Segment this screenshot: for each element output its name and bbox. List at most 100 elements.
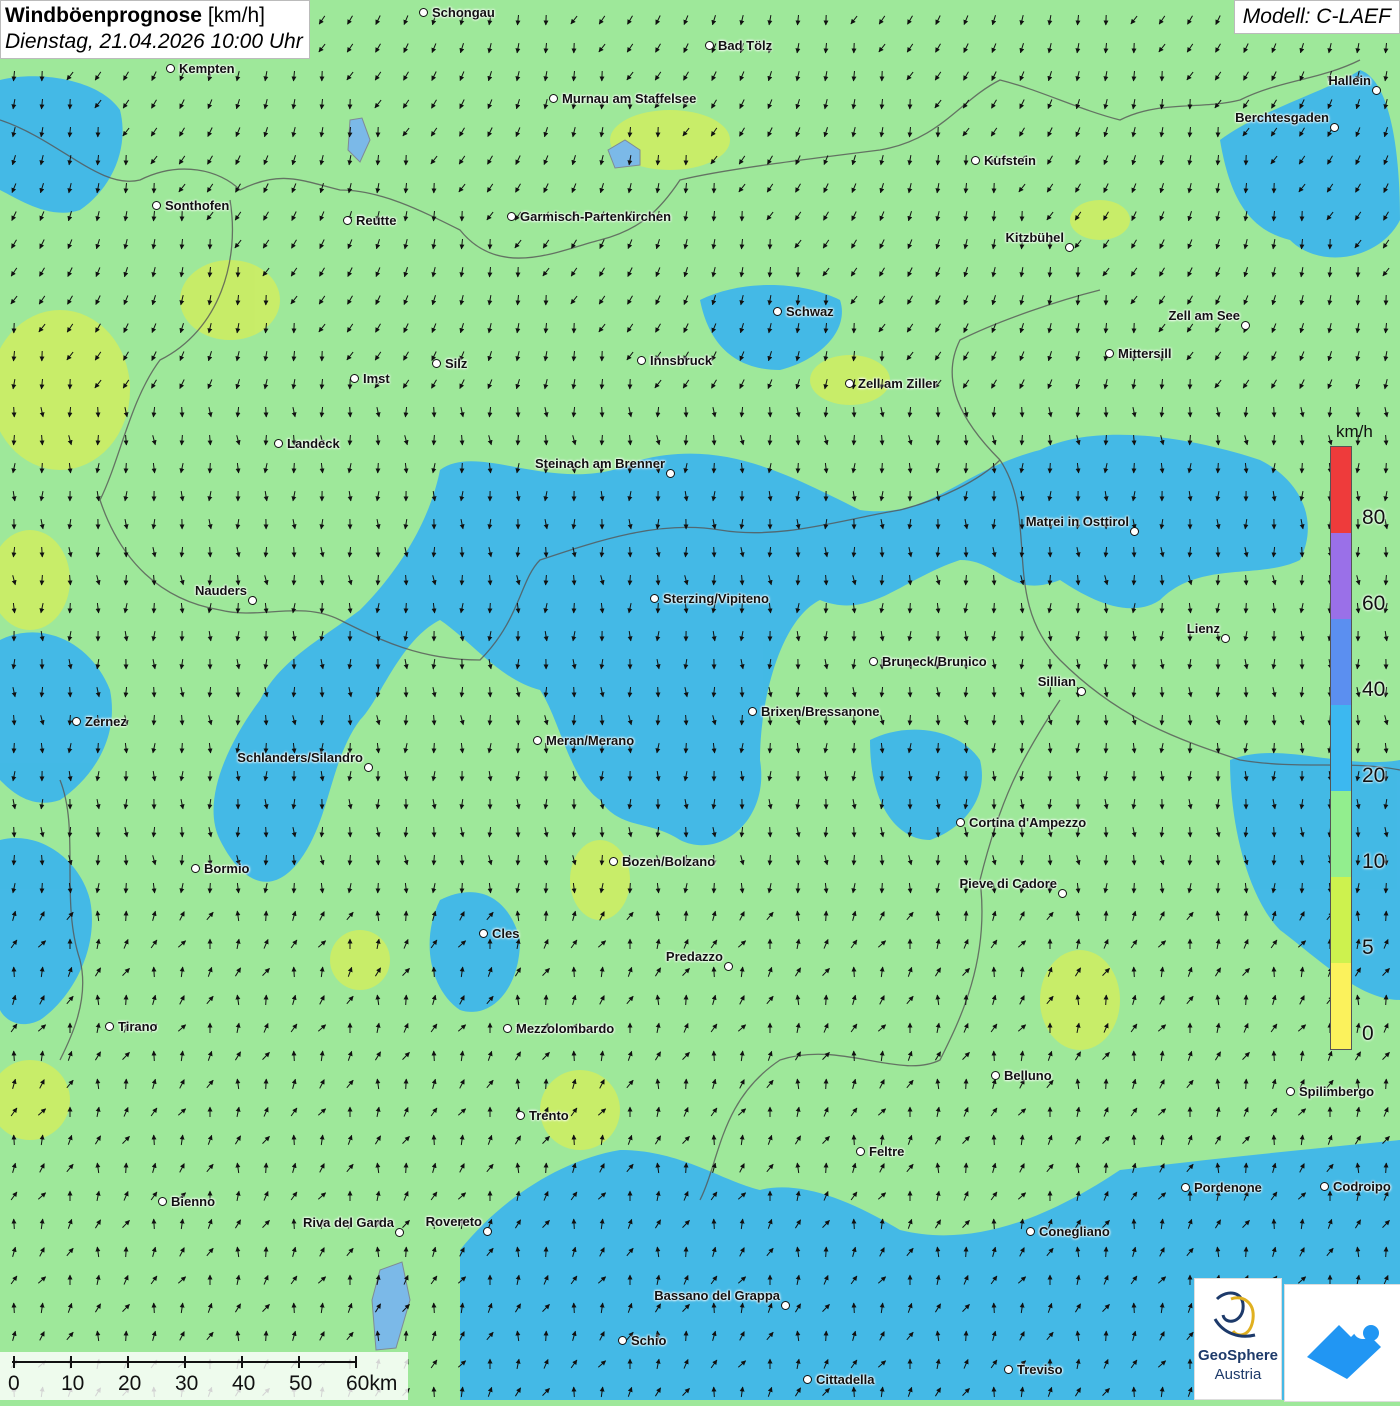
city-label: Mezzolombardo	[516, 1021, 614, 1036]
wind-arrow	[630, 547, 631, 557]
city-label: Mittersill	[1118, 346, 1171, 361]
wind-arrow	[826, 911, 827, 921]
legend-unit: km/h	[1336, 422, 1373, 442]
city-marker	[479, 929, 488, 938]
wind-arrow	[826, 1331, 827, 1341]
wind-arrow	[798, 547, 799, 557]
legend-color-segment	[1331, 877, 1351, 963]
legend-label: 80	[1362, 506, 1385, 530]
wind-arrow	[1358, 407, 1359, 417]
wind-arrow	[826, 1247, 827, 1257]
city-label: Reutte	[356, 213, 396, 228]
wind-arrow	[826, 1163, 827, 1173]
city-marker	[1004, 1365, 1013, 1374]
wind-arrow	[126, 911, 127, 921]
city-marker	[432, 359, 441, 368]
city-marker	[1372, 86, 1381, 95]
city-label: Hallein	[1328, 73, 1371, 88]
wind-arrow	[574, 1387, 575, 1397]
mountain-cloud-logo	[1284, 1284, 1400, 1402]
city-label: Imst	[363, 371, 390, 386]
wind-arrow	[714, 1387, 715, 1397]
city-marker	[869, 657, 878, 666]
wind-arrow	[686, 1247, 687, 1257]
city-marker	[483, 1227, 492, 1236]
scale-label: 10	[61, 1372, 84, 1396]
city-label: Brixen/Bressanone	[761, 704, 880, 719]
wind-arrow	[434, 1303, 435, 1313]
wind-arrow	[1134, 1387, 1135, 1397]
wind-arrow	[350, 827, 351, 837]
wind-arrow	[182, 743, 183, 753]
scale-label: 30	[175, 1372, 198, 1396]
wind-arrow	[1106, 827, 1107, 837]
city-marker	[166, 64, 175, 73]
wind-arrow	[154, 1303, 155, 1313]
wind-arrow	[938, 407, 939, 417]
wind-arrow	[1190, 827, 1191, 837]
city-label: Kitzbühel	[1006, 230, 1065, 245]
wind-arrow	[14, 827, 15, 837]
wind-arrow	[686, 1331, 687, 1341]
wind-arrow	[462, 463, 463, 473]
wind-arrow	[714, 883, 715, 893]
wind-arrow	[798, 463, 799, 473]
wind-arrow	[294, 1051, 295, 1061]
wind-arrow	[714, 1303, 715, 1313]
wind-arrow	[826, 603, 827, 613]
city-label: Pieve di Cadore	[959, 876, 1057, 891]
city-marker	[971, 156, 980, 165]
wind-arrow	[14, 1219, 15, 1229]
wind-arrow	[546, 1079, 547, 1089]
wind-arrow	[1134, 463, 1135, 473]
wind-arrow	[854, 1135, 855, 1145]
wind-arrow	[854, 1387, 855, 1397]
scale-label: 50	[289, 1372, 312, 1396]
city-marker	[666, 469, 675, 478]
wind-arrow	[714, 967, 715, 977]
wind-arrow	[574, 1135, 575, 1145]
wind-arrow	[854, 1303, 855, 1313]
wind-arrow	[266, 995, 267, 1005]
geosphere-logo: GeoSphere Austria	[1194, 1278, 1282, 1400]
wind-arrow	[1106, 1079, 1107, 1089]
wind-arrow	[1274, 967, 1275, 977]
city-marker	[845, 379, 854, 388]
wind-arrow	[686, 911, 687, 921]
city-label: Schwaz	[786, 304, 834, 319]
wind-arrow	[42, 463, 43, 473]
city-label: Trento	[529, 1108, 569, 1123]
wind-arrow	[210, 463, 211, 473]
geosphere-logo-icon	[1195, 1279, 1281, 1349]
legend-color-segment	[1331, 705, 1351, 791]
wind-arrow	[266, 1331, 267, 1341]
wind-arrow	[98, 407, 99, 417]
wind-arrow	[294, 1303, 295, 1313]
wind-arrow	[686, 827, 687, 837]
city-label: Codroipo	[1333, 1179, 1391, 1194]
wind-arrow	[518, 407, 519, 417]
wind-arrow	[266, 827, 267, 837]
city-marker	[152, 201, 161, 210]
wind-arrow	[14, 967, 15, 977]
wind-arrow	[966, 1331, 967, 1341]
wind-arrow	[966, 995, 967, 1005]
wind-arrow	[1134, 1051, 1135, 1061]
wind-arrow	[546, 1247, 547, 1257]
city-label: Berchtesgaden	[1235, 110, 1329, 125]
wind-arrow	[994, 1135, 995, 1145]
wind-arrow	[658, 603, 659, 613]
wind-arrow	[854, 743, 855, 753]
wind-arrow	[322, 687, 323, 697]
wind-arrow	[854, 827, 855, 837]
wind-arrow	[266, 1079, 267, 1089]
wind-arrow	[770, 743, 771, 753]
wind-arrow	[126, 1079, 127, 1089]
city-label: Zell am Ziller	[858, 376, 937, 391]
scale-label: 60km	[346, 1372, 397, 1396]
city-label: Schlanders/Silandro	[237, 750, 363, 765]
wind-arrow	[910, 603, 911, 613]
city-label: Meran/Merano	[546, 733, 634, 748]
wind-arrow	[1106, 1163, 1107, 1173]
wind-arrow	[1106, 1331, 1107, 1341]
